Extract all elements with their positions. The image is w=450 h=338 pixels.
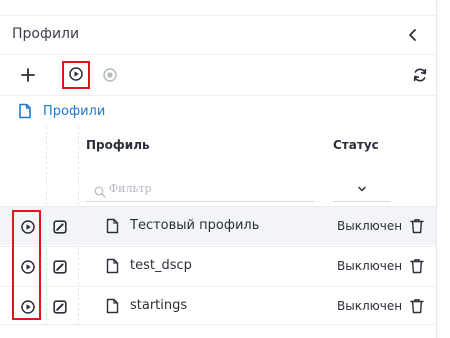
refresh-icon[interactable] — [410, 65, 430, 85]
search-icon — [94, 183, 106, 198]
profile-status: Выключен — [337, 259, 403, 273]
file-icon — [106, 258, 119, 274]
table-row[interactable]: Тестовый профиль Выключен — [0, 206, 436, 245]
content-area — [437, 0, 450, 338]
chevron-left-icon[interactable] — [405, 27, 421, 43]
profile-filter — [86, 176, 314, 202]
column-header-profile[interactable]: Профиль — [86, 138, 150, 152]
edit-icon[interactable] — [53, 219, 67, 234]
toolbar — [0, 56, 436, 96]
profiles-panel: Профили Профили Профиль Статус Фильтр Те… — [0, 0, 436, 338]
trash-icon[interactable] — [410, 298, 424, 314]
filter-input[interactable] — [109, 182, 309, 195]
file-icon — [18, 103, 32, 119]
profile-status: Выключен — [337, 219, 403, 233]
profile-name: startings — [130, 298, 188, 313]
row-start-buttons-highlight — [12, 210, 41, 320]
breadcrumb-label[interactable]: Профили — [43, 104, 105, 119]
plus-icon[interactable] — [18, 65, 38, 85]
edit-icon[interactable] — [53, 259, 67, 274]
column-header-status[interactable]: Статус — [333, 138, 379, 152]
panel-title: Профили — [12, 26, 80, 42]
file-icon — [106, 298, 119, 314]
profile-status: Выключен — [337, 299, 403, 313]
status-filter-select[interactable] — [333, 176, 391, 202]
edit-icon[interactable] — [53, 299, 67, 314]
stop-circle-icon[interactable] — [100, 65, 120, 85]
file-icon — [106, 218, 119, 234]
panel-header: Профили — [0, 15, 436, 55]
chevron-down-icon — [357, 179, 367, 198]
profiles-table: Профиль Статус Тестовый профиль Вык — [0, 126, 436, 338]
breadcrumb[interactable]: Профили — [0, 97, 436, 125]
profile-name: test_dscp — [130, 258, 192, 273]
trash-icon[interactable] — [410, 218, 424, 234]
profile-name: Тестовый профиль — [130, 218, 260, 233]
play-circle-icon — [69, 66, 83, 85]
start-button[interactable] — [62, 61, 90, 89]
table-row[interactable]: startings Выключен — [0, 286, 436, 325]
table-row[interactable]: test_dscp Выключен — [0, 246, 436, 285]
trash-icon[interactable] — [410, 258, 424, 274]
